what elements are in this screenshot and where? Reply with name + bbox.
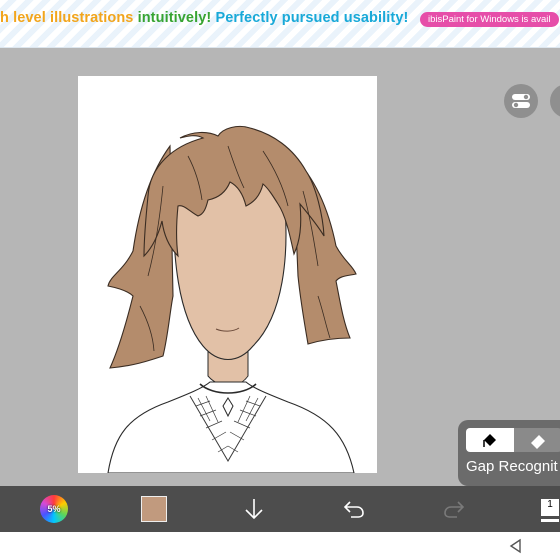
color-wheel-icon: 5% xyxy=(40,495,68,523)
redo-icon xyxy=(444,501,465,518)
eraser-button[interactable] xyxy=(514,428,560,452)
shirt xyxy=(107,381,355,473)
undo-button[interactable] xyxy=(340,495,368,523)
banner-segment-3: Perfectly pursued usability! xyxy=(215,10,409,26)
ad-banner[interactable]: h level illustrations intuitively! Perfe… xyxy=(0,0,560,48)
fill-bucket-icon xyxy=(483,434,496,447)
down-arrow-button[interactable] xyxy=(240,495,268,523)
current-color-button[interactable] xyxy=(140,495,168,523)
layer-count: 1 xyxy=(547,499,553,510)
banner-windows-pill[interactable]: ibisPaint for Windows is avail xyxy=(420,12,559,27)
artwork xyxy=(107,125,357,473)
undo-icon xyxy=(343,501,364,518)
fill-tool-panel: Gap Recognit xyxy=(458,420,560,486)
color-swatch xyxy=(141,496,167,522)
gap-recognition-label: Gap Recognit xyxy=(466,458,558,475)
more-button[interactable] xyxy=(550,84,560,118)
layers-icon: 1 xyxy=(541,499,559,519)
brush-size-label: 5% xyxy=(47,504,61,514)
layers-button[interactable]: 1 xyxy=(540,495,560,523)
toggle-icon xyxy=(512,94,530,108)
redo-button[interactable] xyxy=(440,495,468,523)
banner-segment-2: intuitively! xyxy=(137,10,212,26)
fill-bucket-button[interactable] xyxy=(466,428,514,452)
banner-segment-1: h level illustrations xyxy=(0,10,134,26)
bottom-toolbar: 5% 1 xyxy=(0,486,560,532)
system-nav-bar xyxy=(0,532,560,560)
banner-headline: h level illustrations intuitively! Perfe… xyxy=(0,10,408,26)
drawing-canvas[interactable] xyxy=(78,76,377,473)
down-arrow-icon xyxy=(245,499,263,520)
color-wheel-button[interactable]: 5% xyxy=(40,495,68,523)
back-icon[interactable] xyxy=(508,538,524,554)
toggle-button[interactable] xyxy=(504,84,538,118)
eraser-icon xyxy=(531,435,545,449)
